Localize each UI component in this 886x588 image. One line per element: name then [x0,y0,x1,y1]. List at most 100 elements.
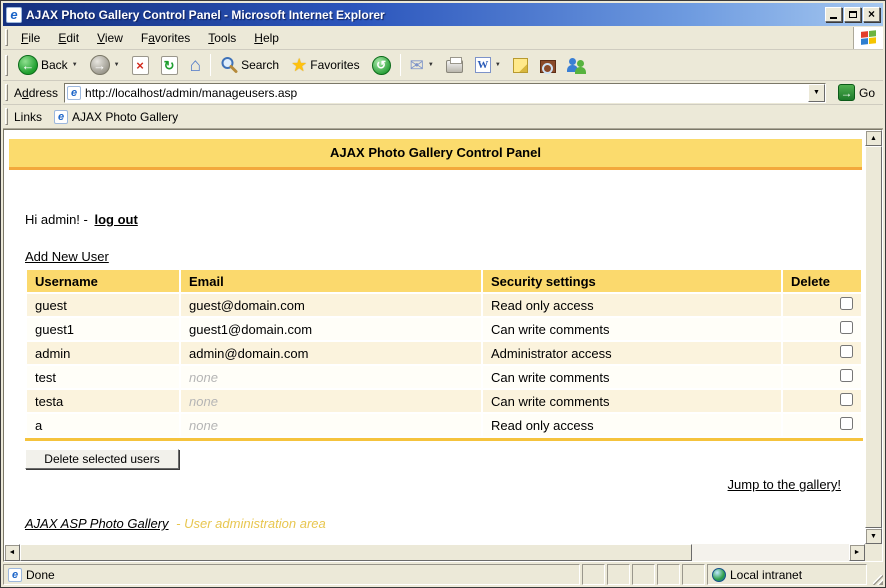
jump-to-gallery-link[interactable]: Jump to the gallery! [728,477,841,492]
menu-file[interactable]: File [12,28,49,48]
links-label: Links [12,110,48,124]
back-button[interactable]: ← Back ▼ [12,52,84,79]
home-icon: ⌂ [190,56,201,75]
table-row: testa none Can write comments [27,390,861,412]
cell-username: testa [27,390,179,412]
horizontal-scroll-track[interactable] [692,544,849,561]
close-button[interactable]: × [863,7,880,22]
delete-checkbox[interactable] [840,345,853,358]
cell-email: none [181,366,481,388]
history-icon: ↺ [372,56,391,75]
history-button[interactable]: ↺ [366,52,397,79]
users-table-header-row: Username Email Security settings Delete [27,270,861,292]
mail-dropdown-icon[interactable]: ▼ [428,62,434,68]
go-button[interactable]: → Go [834,83,879,102]
discuss-button[interactable] [507,52,534,79]
vertical-scrollbar[interactable]: ▲ ▼ [865,130,882,544]
address-label: Address [12,86,64,100]
go-icon: → [838,84,855,101]
cell-username: guest1 [27,318,179,340]
menu-help[interactable]: Help [245,28,288,48]
horizontal-scroll-thumb[interactable] [20,544,692,561]
status-bar: e Done Local intranet [3,562,883,585]
add-new-user-link[interactable]: Add New User [25,249,109,264]
research-button[interactable] [534,52,562,79]
search-button[interactable]: Search [214,52,285,79]
refresh-button[interactable]: ↻ [155,52,184,79]
cell-username: admin [27,342,179,364]
cell-email: none [181,414,481,436]
toolbar-separator [400,54,401,76]
back-dropdown-icon[interactable]: ▼ [72,62,78,68]
messenger-button[interactable] [562,52,594,79]
window-title: AJAX Photo Gallery Control Panel - Micro… [26,8,823,22]
security-zone-pane: Local intranet [707,564,867,585]
cell-email: admin@domain.com [181,342,481,364]
intranet-zone-icon [712,568,726,582]
scroll-left-icon[interactable]: ◄ [4,544,20,561]
menu-favorites[interactable]: Favorites [132,28,199,48]
delete-checkbox[interactable] [840,297,853,310]
page-icon: e [67,86,81,100]
vertical-scroll-thumb[interactable] [865,146,882,528]
stop-button[interactable]: × [126,52,155,79]
page-footer: AJAX ASP Photo Gallery - User administra… [25,516,865,531]
logout-link[interactable]: log out [94,212,137,227]
windows-logo [853,27,883,49]
delete-checkbox[interactable] [840,417,853,430]
cell-email: none [181,390,481,412]
edit-dropdown-icon[interactable]: ▼ [495,62,501,68]
toolbar-grip[interactable] [5,55,8,76]
table-row: admin admin@domain.com Administrator acc… [27,342,861,364]
status-pane: e Done [3,564,580,585]
menubar-grip[interactable] [5,29,8,45]
linksbar-grip[interactable] [5,108,8,124]
addressbar-grip[interactable] [5,84,8,100]
mail-button[interactable]: ✉ ▼ [404,52,440,79]
zone-text: Local intranet [730,568,802,582]
address-input[interactable]: e http://localhost/admin/manageusers.asp… [64,83,826,103]
messenger-icon [568,56,588,74]
minimize-button[interactable] [825,7,842,22]
cell-security: Administrator access [483,342,781,364]
links-item-ajax-photo-gallery[interactable]: e AJAX Photo Gallery [48,110,184,124]
scroll-right-icon[interactable]: ► [849,544,865,561]
delete-checkbox[interactable] [840,393,853,406]
menu-edit[interactable]: Edit [49,28,88,48]
status-pane-empty [607,564,630,585]
menu-tools[interactable]: Tools [199,28,245,48]
address-url[interactable]: http://localhost/admin/manageusers.asp [85,86,297,100]
menu-bar: File Edit View Favorites Tools Help [3,26,883,50]
forward-icon: → [90,55,110,75]
delete-checkbox[interactable] [840,321,853,334]
menu-view[interactable]: View [88,28,132,48]
scroll-down-icon[interactable]: ▼ [865,528,882,544]
resize-grip[interactable] [869,564,883,585]
favorites-button[interactable]: ★ Favorites [285,52,366,79]
cell-security: Can write comments [483,366,781,388]
gallery-home-link[interactable]: AJAX ASP Photo Gallery [25,516,169,531]
web-page: AJAX Photo Gallery Control Panel Hi admi… [4,130,865,544]
scroll-up-icon[interactable]: ▲ [865,130,882,146]
links-item-label: AJAX Photo Gallery [72,110,178,124]
greeting-text: Hi admin! - [25,212,88,227]
edit-with-word-button[interactable]: W ▼ [469,52,507,79]
browser-viewport: AJAX Photo Gallery Control Panel Hi admi… [3,129,883,562]
table-row: guest guest@domain.com Read only access [27,294,861,316]
refresh-icon: ↻ [161,56,178,75]
forward-button[interactable]: → ▼ [84,52,126,79]
maximize-button[interactable] [844,7,861,22]
cell-username: a [27,414,179,436]
forward-dropdown-icon[interactable]: ▼ [114,62,120,68]
research-icon [540,60,556,73]
delete-checkbox[interactable] [840,369,853,382]
horizontal-scrollbar[interactable]: ◄ ► [4,544,865,561]
status-pane-empty [682,564,705,585]
delete-selected-users-button[interactable]: Delete selected users [25,449,179,469]
mail-icon: ✉ [410,57,424,74]
address-dropdown-button[interactable]: ▼ [808,84,825,102]
home-button[interactable]: ⌂ [184,52,207,79]
print-button[interactable] [440,52,469,79]
status-page-icon: e [8,568,22,582]
favorites-icon: ★ [291,56,307,74]
